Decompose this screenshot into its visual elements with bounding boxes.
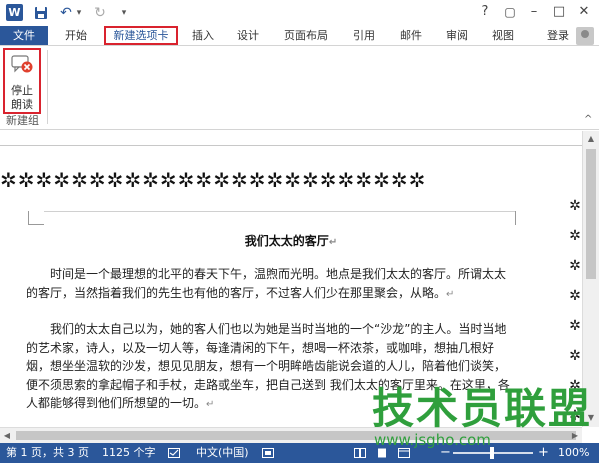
border-star-icon: ✲ bbox=[106, 169, 125, 191]
tab-mailings[interactable]: 邮件 bbox=[392, 26, 430, 45]
border-star-icon: ✲ bbox=[53, 169, 72, 191]
watermark-url: www.jsgho.com bbox=[374, 431, 491, 449]
border-star-icon: ✲ bbox=[159, 169, 178, 191]
border-star-icon: ✲ bbox=[71, 169, 89, 191]
border-star-icon: ✲ bbox=[408, 169, 427, 191]
border-star-icon: ✲ bbox=[319, 169, 338, 191]
proofing-icon[interactable] bbox=[168, 448, 180, 458]
border-star-icon: ✲ bbox=[569, 198, 581, 214]
tab-view[interactable]: 视图 bbox=[484, 26, 522, 45]
word-app-icon[interactable]: W bbox=[6, 4, 23, 21]
tab-page-layout[interactable]: 页面布局 bbox=[278, 26, 334, 45]
tab-references[interactable]: 引用 bbox=[344, 26, 384, 45]
print-layout-icon[interactable] bbox=[376, 448, 388, 458]
speech-bubble-icon bbox=[11, 55, 33, 73]
page-count-status[interactable]: 第 1 页，共 3 页 bbox=[6, 443, 89, 463]
scroll-left-icon[interactable]: ◀ bbox=[0, 428, 14, 443]
border-star-icon: ✲ bbox=[569, 258, 581, 274]
border-star-icon: ✲ bbox=[284, 169, 303, 191]
avatar[interactable] bbox=[576, 27, 594, 45]
stop-reading-label-line1: 停止 bbox=[11, 84, 33, 97]
ribbon-tab-bar: 文件 开始 新建选项卡 插入 设计 页面布局 引用 邮件 审阅 视图 登录 bbox=[0, 26, 599, 46]
border-star-icon: ✲ bbox=[230, 169, 249, 191]
redo-icon[interactable]: ↻ bbox=[92, 4, 108, 22]
minimize-icon[interactable]: – bbox=[524, 2, 544, 22]
group-label: 新建组 bbox=[6, 114, 39, 127]
save-icon[interactable] bbox=[32, 4, 50, 22]
page-boundary bbox=[0, 145, 582, 146]
border-star-icon: ✲ bbox=[355, 169, 374, 191]
stop-reading-label-line2: 朗读 bbox=[11, 98, 33, 111]
tab-design[interactable]: 设计 bbox=[228, 26, 268, 45]
maximize-icon[interactable]: □ bbox=[549, 2, 569, 22]
border-star-icon: ✲ bbox=[337, 169, 356, 191]
border-star-icon: ✲ bbox=[195, 169, 214, 191]
title-bar: W ↶ ▾ ↻ ▾ ? ▢ – □ ✕ bbox=[0, 0, 599, 26]
macro-record-icon[interactable] bbox=[262, 448, 274, 458]
document-area[interactable]: ✲✲✲✲✲✲✲✲✲✲✲✲✲✲✲✲✲✲✲✲✲✲✲✲ ✲ ✲ ✲ ✲ ✲ ✲ ✲ ✲… bbox=[0, 131, 582, 427]
group-separator bbox=[47, 50, 48, 124]
border-star-icon: ✲ bbox=[373, 169, 391, 191]
tab-review[interactable]: 审阅 bbox=[438, 26, 476, 45]
zoom-in-button[interactable]: + bbox=[538, 443, 549, 463]
border-star-icon: ✲ bbox=[17, 169, 36, 191]
border-star-icon: ✲ bbox=[248, 169, 267, 191]
border-star-icon: ✲ bbox=[390, 169, 409, 191]
paragraph-mark: ↵ bbox=[328, 237, 338, 248]
ribbon-display-options-icon[interactable]: ▢ bbox=[500, 2, 520, 22]
vertical-scrollbar[interactable]: ▲ ▼ bbox=[582, 131, 599, 427]
read-mode-icon[interactable] bbox=[354, 448, 366, 458]
watermark-logo-text: 技术员联盟 bbox=[372, 384, 593, 433]
border-star-icon: ✲ bbox=[0, 169, 18, 191]
zoom-level[interactable]: 100% bbox=[558, 443, 589, 463]
border-star-icon: ✲ bbox=[142, 169, 160, 191]
border-star-icon: ✲ bbox=[266, 169, 285, 191]
border-star-icon: ✲ bbox=[569, 288, 581, 304]
undo-icon[interactable]: ↶ bbox=[58, 4, 74, 22]
tab-file[interactable]: 文件 bbox=[0, 26, 48, 45]
border-star-icon: ✲ bbox=[569, 348, 581, 364]
border-star-icon: ✲ bbox=[124, 169, 143, 191]
login-link[interactable]: 登录 bbox=[542, 26, 574, 45]
border-star-icon: ✲ bbox=[302, 169, 320, 191]
collapse-ribbon-icon[interactable]: ^ bbox=[584, 114, 592, 125]
border-star-icon: ✲ bbox=[35, 169, 54, 191]
header-margin-line bbox=[44, 211, 515, 212]
border-star-icon: ✲ bbox=[88, 169, 107, 191]
document-title[interactable]: 我们太太的客厅↵ bbox=[0, 232, 582, 249]
border-star-icon: ✲ bbox=[177, 169, 196, 191]
stop-reading-button[interactable]: 停止 朗读 bbox=[3, 48, 41, 114]
language-status[interactable]: 中文(中国) bbox=[196, 443, 249, 463]
tab-insert[interactable]: 插入 bbox=[184, 26, 222, 45]
margin-corner-mark bbox=[515, 211, 516, 225]
status-bar: 第 1 页，共 3 页 1125 个字 中文(中国) − + 100% bbox=[0, 443, 599, 463]
scroll-up-icon[interactable]: ▲ bbox=[583, 131, 599, 147]
border-star-icon: ✲ bbox=[569, 318, 581, 334]
page-art-border-top: ✲✲✲✲✲✲✲✲✲✲✲✲✲✲✲✲✲✲✲✲✲✲✲✲ bbox=[0, 169, 582, 191]
close-icon[interactable]: ✕ bbox=[574, 2, 594, 22]
tab-new-tab[interactable]: 新建选项卡 bbox=[104, 26, 178, 45]
ribbon-panel: 停止 朗读 新建组 ^ bbox=[0, 46, 599, 130]
margin-corner-mark bbox=[28, 211, 29, 225]
paragraph-mark: ↵ bbox=[446, 288, 455, 300]
vertical-scroll-thumb[interactable] bbox=[586, 149, 596, 279]
paragraph-mark: ↵ bbox=[206, 399, 215, 410]
word-count-status[interactable]: 1125 个字 bbox=[102, 443, 156, 463]
web-layout-icon[interactable] bbox=[398, 448, 410, 458]
border-star-icon: ✲ bbox=[213, 169, 231, 191]
margin-corner-mark bbox=[28, 211, 44, 225]
document-paragraph[interactable]: 时间是一个最理想的北平的春天下午，温煦而光明。地点是我们太太的客厅。所谓太太的客… bbox=[26, 265, 516, 304]
help-icon[interactable]: ? bbox=[475, 2, 495, 22]
customize-toolbar-icon[interactable]: ▾ bbox=[118, 4, 130, 22]
undo-dropdown-icon[interactable]: ▾ bbox=[74, 4, 84, 22]
tab-home[interactable]: 开始 bbox=[56, 26, 96, 45]
